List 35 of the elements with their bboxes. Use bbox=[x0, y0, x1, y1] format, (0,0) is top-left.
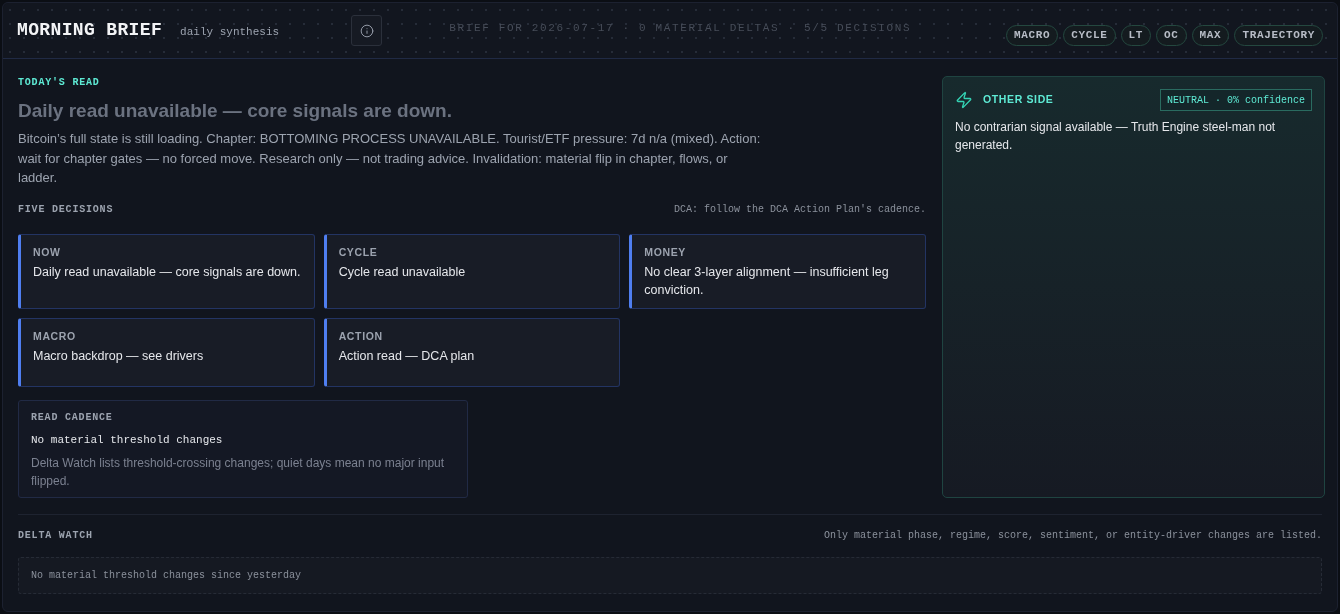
nav-chip[interactable]: MACRO bbox=[1005, 25, 1059, 46]
nav-chip[interactable]: LT bbox=[1120, 25, 1152, 46]
decision-text: Daily read unavailable — core signals are down. bbox=[33, 263, 302, 281]
empty-message: No material threshold changes since yesterday bbox=[31, 569, 302, 583]
brief-title: MORNING BRIEF bbox=[17, 19, 163, 42]
section-title: FIVE DECISIONS bbox=[18, 202, 114, 217]
section-eyebrow: TODAY'S READ bbox=[18, 76, 100, 90]
dca-note: DCA: follow the DCA Action Plan's cadence. bbox=[673, 202, 926, 217]
read-summary: Bitcoin’s full state is still loading. Chapter: BOTTOMING PROCESS UNAVAILABLE. Tourist/ETF pressure: 7d n/a (mixed). Action: wait for chapter gates — no forced move. Research only — not trading advice. Invalidation: material flip in chapter, flows, or ladder. bbox=[18, 130, 762, 187]
nav-chip[interactable]: CYCLE bbox=[1063, 25, 1116, 46]
decision-label: MONEY bbox=[644, 244, 687, 259]
decision-text: Macro backdrop — see drivers bbox=[33, 347, 205, 365]
other-side-title: OTHER SIDE bbox=[983, 92, 1054, 108]
lightning-icon bbox=[955, 91, 973, 109]
read-headline: Daily read unavailable — core signals are down. bbox=[18, 99, 452, 123]
info-icon bbox=[359, 23, 374, 38]
confidence-badge: NEUTRAL · 0% confidence bbox=[1159, 89, 1312, 111]
brief-subtitle: daily synthesis bbox=[180, 25, 280, 41]
nav-chip[interactable]: MAX bbox=[1191, 25, 1230, 46]
info-button[interactable] bbox=[351, 15, 383, 46]
cadence-title: READ CADENCE bbox=[31, 410, 114, 425]
other-side-text: No contrarian signal available — Truth Engine steel-man not generated. bbox=[955, 119, 1277, 154]
nav-chip[interactable]: TRAJECTORY bbox=[1234, 25, 1323, 46]
cadence-headline: No material threshold changes bbox=[31, 432, 224, 448]
decision-label: ACTION bbox=[338, 328, 384, 343]
decision-text: No clear 3-layer alignment — insufficient leg conviction. bbox=[644, 263, 890, 299]
decision-label: CYCLE bbox=[338, 244, 379, 259]
nav-chip[interactable]: OC bbox=[1156, 25, 1187, 46]
cadence-description: Delta Watch lists threshold-crossing changes; quiet days mean no major input flipped. bbox=[31, 454, 446, 490]
decision-label: MACRO bbox=[33, 328, 77, 343]
decision-text: Cycle read unavailable bbox=[338, 263, 467, 281]
decision-text: Action read — DCA plan bbox=[338, 347, 476, 365]
section-title: DELTA WATCH bbox=[18, 529, 93, 543]
delta-note: Only material phase, regime, score, sentiment, or entity-driver changes are listed. bbox=[823, 529, 1322, 543]
decision-label: NOW bbox=[33, 244, 62, 259]
